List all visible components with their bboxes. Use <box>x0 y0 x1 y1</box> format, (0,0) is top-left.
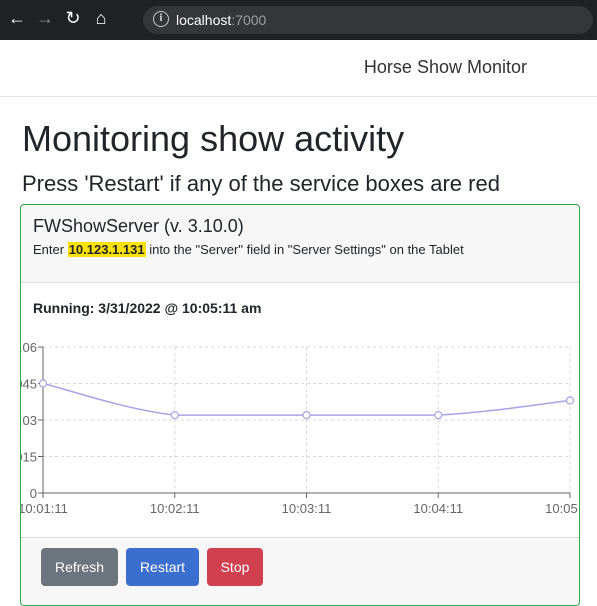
series-line <box>42 382 571 416</box>
service-status: Running: 3/31/2022 @ 10:05:11 am <box>33 300 262 316</box>
data-point <box>302 411 311 420</box>
forward-arrow-icon[interactable]: → <box>34 7 56 29</box>
data-point <box>38 379 48 388</box>
x-tick-label: 10:05:11 <box>545 501 579 516</box>
service-instructions: Enter 10.123.1.131 into the "Server" fie… <box>33 242 464 257</box>
service-name: FWShowServer (v. 3.10.0) <box>33 216 244 236</box>
y-tick-label: .015 <box>21 450 37 465</box>
home-icon[interactable]: ⌂ <box>90 7 112 29</box>
x-tick-label: 10:04:11 <box>413 501 463 516</box>
y-tick-label: 0.06 <box>21 340 37 355</box>
restart-button[interactable]: Restart <box>126 548 199 586</box>
y-tick-label: 0 <box>30 486 37 501</box>
service-card: FWShowServer (v. 3.10.0) Enter 10.123.1.… <box>20 204 580 606</box>
navbar-brand[interactable]: Horse Show Monitor <box>364 57 527 78</box>
refresh-button[interactable]: Refresh <box>41 548 118 586</box>
x-tick-label: 10:03:11 <box>282 501 332 516</box>
server-ip: 10.123.1.131 <box>67 242 146 257</box>
y-tick-label: 0.03 <box>21 413 37 428</box>
info-icon[interactable]: i <box>153 11 169 27</box>
y-tick-label: .045 <box>21 377 37 392</box>
page-title: Monitoring show activity <box>22 118 405 159</box>
service-card-footer: Refresh Restart Stop <box>21 537 579 605</box>
navbar: Horse Show Monitor <box>0 40 597 97</box>
x-tick-label: 10:01:11 <box>21 501 68 516</box>
back-arrow-icon[interactable]: ← <box>6 7 28 29</box>
activity-chart-svg: 0 .015 0.03 .045 0.06 10:01:11 10:02:11 10:03:1… <box>21 340 579 516</box>
data-point <box>170 411 179 420</box>
activity-chart: 0 .015 0.03 .045 0.06 10:01:11 10:02:11 10:03:1… <box>21 332 579 525</box>
reload-icon[interactable]: ↻ <box>62 7 84 29</box>
address-bar[interactable]: i localhost:7000 <box>143 6 593 34</box>
service-card-header: FWShowServer (v. 3.10.0) Enter 10.123.1.… <box>21 205 579 283</box>
x-tick-label: 10:02:11 <box>150 501 200 516</box>
page-subtitle: Press 'Restart' if any of the service bo… <box>22 171 500 196</box>
data-point <box>565 396 575 405</box>
stop-button[interactable]: Stop <box>207 548 263 586</box>
url-text: localhost:7000 <box>176 12 267 28</box>
data-point <box>434 411 443 420</box>
browser-toolbar: ← → ↻ ⌂ i localhost:7000 <box>0 0 597 40</box>
